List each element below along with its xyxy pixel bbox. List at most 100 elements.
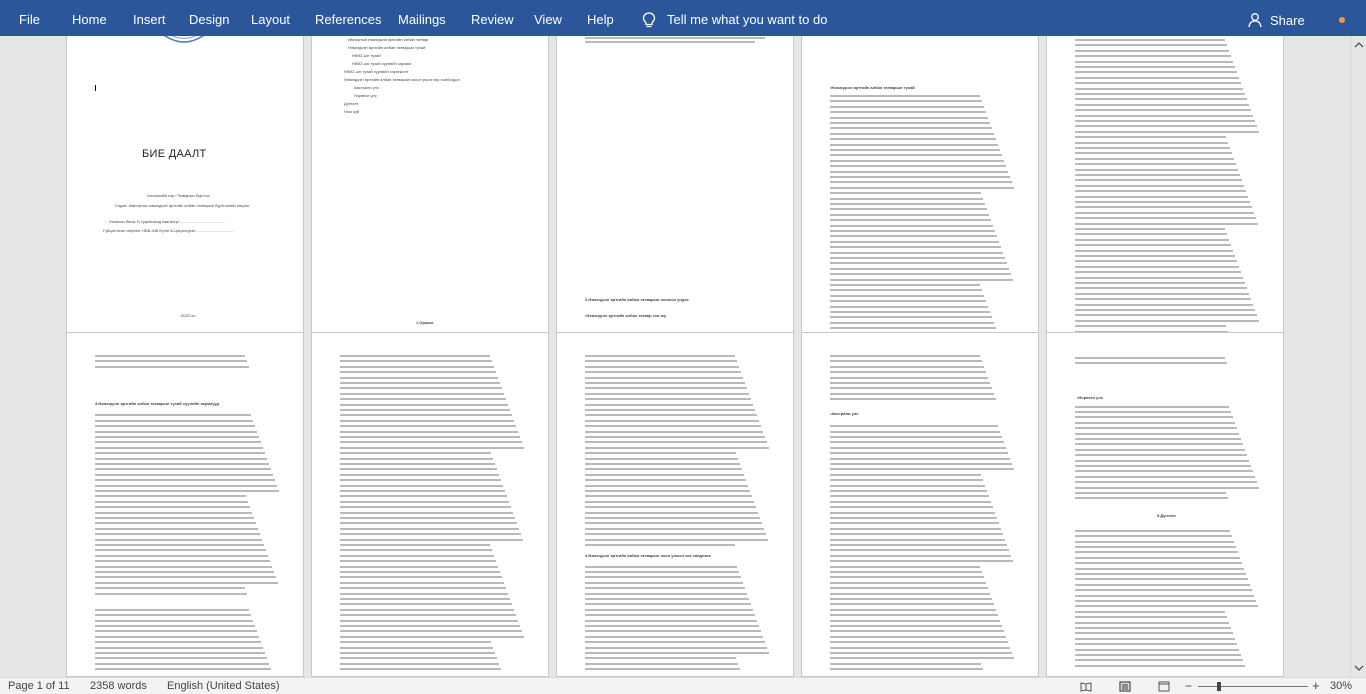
- text-line: [95, 549, 266, 552]
- text-line: [340, 554, 494, 557]
- text-line: [1075, 260, 1237, 263]
- scroll-down-arrow-icon[interactable]: [1354, 663, 1364, 673]
- zoom-in-button[interactable]: +: [1312, 678, 1320, 693]
- text-line: [830, 398, 996, 401]
- page-10[interactable]: •Норвеги улс 5.Дүгнэлт: [1046, 332, 1284, 677]
- text-line: [585, 382, 745, 384]
- page-5[interactable]: [1046, 36, 1284, 360]
- word-count[interactable]: 2358 words: [90, 679, 147, 694]
- web-layout-icon[interactable]: [1158, 681, 1170, 692]
- text-line: [95, 646, 263, 649]
- section3-heading: 3.Нэмэгдсэн өртгийн албан татварын тухай…: [95, 401, 220, 406]
- vertical-scrollbar[interactable]: [1350, 36, 1366, 677]
- ribbon-tab-bar: File Home Insert Design Layout Reference…: [0, 0, 1366, 40]
- text-line: [585, 662, 738, 665]
- tab-design[interactable]: Design: [189, 0, 229, 40]
- text-line: [585, 355, 735, 357]
- text-line: [1075, 303, 1253, 306]
- text-line: [340, 614, 516, 617]
- text-line: [585, 365, 739, 368]
- page-3[interactable]: 2.Нэмэгдсэн өртгийн албан татварын онолы…: [556, 36, 794, 360]
- text-line: [830, 327, 996, 330]
- text-line: [1075, 583, 1250, 586]
- text-line: [340, 436, 520, 438]
- text-line: [585, 598, 749, 600]
- tab-insert[interactable]: Insert: [133, 0, 166, 40]
- text-line: [340, 603, 512, 606]
- text-line: [340, 376, 498, 379]
- text-line: [1075, 562, 1242, 565]
- text-line: [830, 300, 986, 303]
- text-line: [95, 657, 267, 660]
- text-line: [830, 500, 991, 503]
- page-4[interactable]: •Нэмэгдсэн өртгийн албан татварын тухай: [801, 36, 1039, 360]
- tell-me-search[interactable]: Tell me what you want to do: [667, 0, 827, 40]
- text-line: [830, 625, 1002, 627]
- text-line: [1075, 427, 1237, 430]
- tab-file[interactable]: File: [19, 0, 40, 40]
- zoom-out-button[interactable]: −: [1185, 679, 1192, 693]
- text-line: [95, 425, 255, 428]
- tab-references[interactable]: References: [315, 0, 381, 40]
- text-line: [1075, 206, 1252, 209]
- share-button[interactable]: Share: [1248, 11, 1305, 29]
- page-7[interactable]: [311, 332, 549, 677]
- text-line: [585, 619, 757, 622]
- text-line: [830, 116, 988, 119]
- text-line: [95, 365, 249, 368]
- text-line: [830, 213, 989, 216]
- text-line: [340, 468, 497, 471]
- text-line: [95, 457, 267, 460]
- text-line: [830, 387, 992, 390]
- text-line: [830, 294, 984, 297]
- text-line: [1075, 222, 1258, 225]
- text-line: [830, 365, 984, 368]
- text-line: [830, 430, 1000, 433]
- text-line: [340, 592, 508, 595]
- text-line: [340, 560, 496, 563]
- page-2[interactable]: Импортын нэмэгдсэн өртгийн албан татвар …: [311, 36, 549, 360]
- page-6[interactable]: 3.Нэмэгдсэн өртгийн албан татварын тухай…: [66, 332, 304, 677]
- tab-layout[interactable]: Layout: [251, 0, 290, 40]
- text-line: [585, 576, 741, 579]
- tab-home[interactable]: Home: [72, 0, 107, 40]
- text-line: [1075, 211, 1254, 214]
- zoom-slider[interactable]: [1198, 686, 1308, 687]
- page-count[interactable]: Page 1 of 11: [8, 679, 70, 694]
- text-line: [340, 571, 500, 573]
- language-indicator[interactable]: English (United States): [167, 679, 280, 694]
- read-mode-icon[interactable]: [1080, 681, 1092, 692]
- text-line: [340, 452, 491, 455]
- text-line: [95, 430, 257, 433]
- zoom-slider-thumb[interactable]: [1217, 682, 1221, 691]
- text-line: [340, 473, 499, 476]
- text-line: [830, 127, 992, 130]
- text-line: [340, 360, 492, 363]
- tab-help[interactable]: Help: [587, 0, 614, 40]
- tab-view[interactable]: View: [534, 0, 562, 40]
- tab-review[interactable]: Review: [471, 0, 514, 40]
- page-9[interactable]: •Австрали улс: [801, 332, 1039, 677]
- scroll-up-arrow-icon[interactable]: [1354, 40, 1364, 50]
- zoom-level[interactable]: 30%: [1330, 679, 1352, 694]
- text-line: [340, 630, 522, 633]
- section2-heading: 2.Нэмэгдсэн өртгийн албан татварын онолы…: [585, 297, 689, 302]
- text-line: [585, 463, 740, 465]
- page-1[interactable]: БИЕ ДААЛТ Хичээлийн нэр: Татварын бүртгэ…: [66, 36, 304, 360]
- print-layout-icon[interactable]: [1119, 681, 1131, 692]
- text-line: [830, 376, 988, 379]
- tab-mailings[interactable]: Mailings: [398, 0, 446, 40]
- text-line: [1075, 465, 1251, 467]
- text-line: [830, 490, 987, 492]
- text-line: [1075, 325, 1226, 328]
- text-line: [1075, 605, 1258, 608]
- text-line: [340, 668, 501, 671]
- text-line: [340, 355, 490, 357]
- text-line: [340, 598, 510, 600]
- document-canvas[interactable]: БИЕ ДААЛТ Хичээлийн нэр: Татварын бүртгэ…: [0, 36, 1350, 677]
- text-line: [830, 111, 986, 114]
- text-line: [1075, 287, 1247, 290]
- text-line: [830, 95, 980, 97]
- page-8[interactable]: 4.Нэмэгдсэн өртгийн албан татварын олон …: [556, 332, 794, 677]
- text-line: [1075, 314, 1257, 317]
